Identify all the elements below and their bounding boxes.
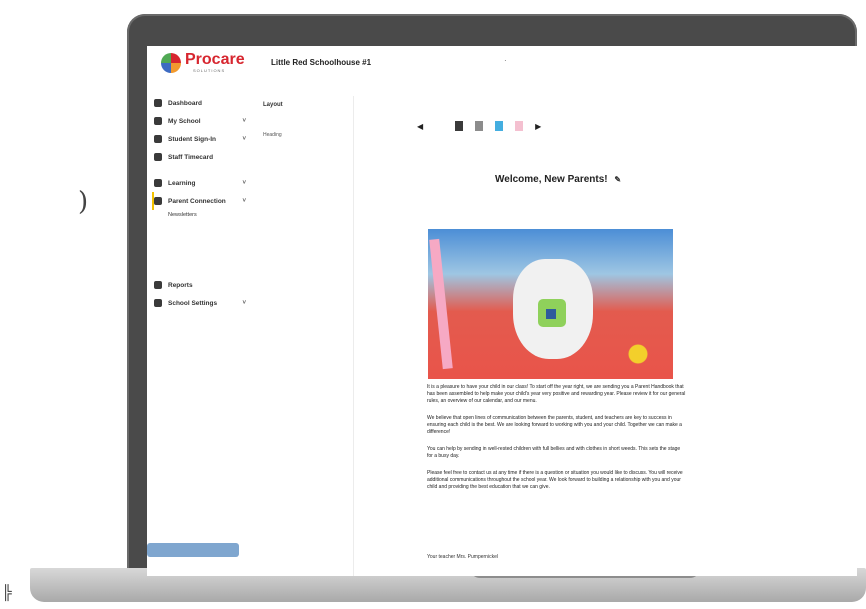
sidebar-item-dashboard[interactable]: Dashboard (154, 94, 250, 112)
article-paragraph: You can help by sending in well-rested c… (427, 446, 681, 459)
dashboard-icon (154, 99, 162, 107)
logo-sub: SOLUTIONS (193, 68, 226, 73)
hero-image (428, 229, 673, 379)
sidebar-item-label: Student Sign-In (168, 135, 217, 143)
chevron-down-icon[interactable]: ˅ (242, 300, 246, 306)
learning-icon (154, 179, 162, 187)
corner-mark: ╠ (2, 584, 12, 600)
carousel-thumb[interactable] (515, 121, 524, 131)
signin-icon (154, 135, 162, 143)
sidebar-item-label: Staff Timecard (168, 153, 214, 161)
layout-panel: Layout Heading (263, 102, 353, 138)
pencil-icon[interactable]: ✎ (614, 175, 621, 184)
hero-stick (429, 238, 453, 370)
sidebar-footer-button[interactable] (147, 543, 239, 557)
sidebar-item-student-sign-in[interactable]: Student Sign-In ˅ (154, 130, 250, 148)
sidebar-item-staff-timecard[interactable]: Staff Timecard (154, 148, 250, 166)
sidebar-item-learning[interactable]: Learning ˅ (154, 174, 250, 192)
sidebar-subitem-newsletters[interactable]: Newsletters (154, 210, 250, 220)
header-note: · (504, 56, 507, 65)
sidebar-item-label: School Settings (168, 299, 218, 307)
sidebar-item-label: Parent Connection (168, 197, 226, 205)
hero-splat (623, 344, 653, 364)
chevron-down-icon[interactable]: ˅ (242, 180, 246, 186)
article-paragraph: It is a pleasure to have your child in o… (427, 384, 686, 404)
logo-text: Procare SOLUTIONS (185, 51, 245, 74)
sidebar-item-reports[interactable]: Reports (154, 276, 250, 294)
carousel-thumb[interactable] (435, 121, 444, 131)
panel-item-heading[interactable]: Heading (263, 132, 353, 138)
sidebar: Procare SOLUTIONS Dashboard My School ˅ … (147, 46, 250, 576)
page-edge-mark: ) (78, 187, 89, 217)
laptop-screen: Procare SOLUTIONS Dashboard My School ˅ … (147, 46, 857, 576)
chevron-down-icon[interactable]: ˅ (242, 198, 246, 204)
carousel-thumb[interactable] (455, 121, 464, 131)
carousel-thumb[interactable] (495, 121, 504, 131)
sidebar-item-label: Reports (168, 281, 193, 289)
sidebar-nav-bottom: Reports School Settings ˅ (154, 276, 250, 312)
sidebar-item-school-settings[interactable]: School Settings ˅ (154, 294, 250, 312)
logo-word: Procare (185, 51, 245, 68)
sidebar-item-label: Learning (168, 179, 196, 187)
sidebar-item-parent-connection[interactable]: Parent Connection ˅ (152, 192, 250, 210)
article-paragraph: Please feel free to contact us at any ti… (427, 470, 683, 490)
welcome-heading: Welcome, New Parents! ✎ (495, 174, 621, 185)
article-body: It is a pleasure to have your child in o… (427, 384, 687, 501)
sidebar-item-label: My School (168, 117, 201, 125)
timecard-icon (154, 153, 162, 161)
article-paragraph: We believe that open lines of communicat… (427, 415, 682, 435)
logo-mark-icon (161, 52, 181, 73)
chevron-down-icon[interactable]: ˅ (242, 118, 246, 124)
panel-title: Layout (263, 102, 283, 108)
settings-icon (154, 299, 162, 307)
procare-logo[interactable]: Procare SOLUTIONS (161, 52, 245, 73)
hero-toy-face (546, 309, 556, 319)
sidebar-nav: Dashboard My School ˅ Student Sign-In ˅ … (152, 94, 250, 220)
carousel-next-icon[interactable]: ▶ (535, 122, 541, 131)
chevron-down-icon[interactable]: ˅ (242, 136, 246, 142)
reports-icon (154, 281, 162, 289)
parents-icon (154, 197, 162, 205)
template-carousel: ◀ ▶ (417, 119, 717, 133)
carousel-prev-icon[interactable]: ◀ (417, 122, 423, 131)
article-signoff: Your teacher Mrs. Pumpernickel (427, 554, 498, 560)
school-icon (154, 117, 162, 125)
school-name: Little Red Schoolhouse #1 (271, 58, 372, 67)
sidebar-item-label: Dashboard (168, 99, 202, 107)
panel-divider (353, 96, 354, 576)
welcome-title: Welcome, New Parents! (495, 174, 608, 185)
carousel-thumb[interactable] (475, 121, 484, 131)
sidebar-item-my-school[interactable]: My School ˅ (154, 112, 250, 130)
